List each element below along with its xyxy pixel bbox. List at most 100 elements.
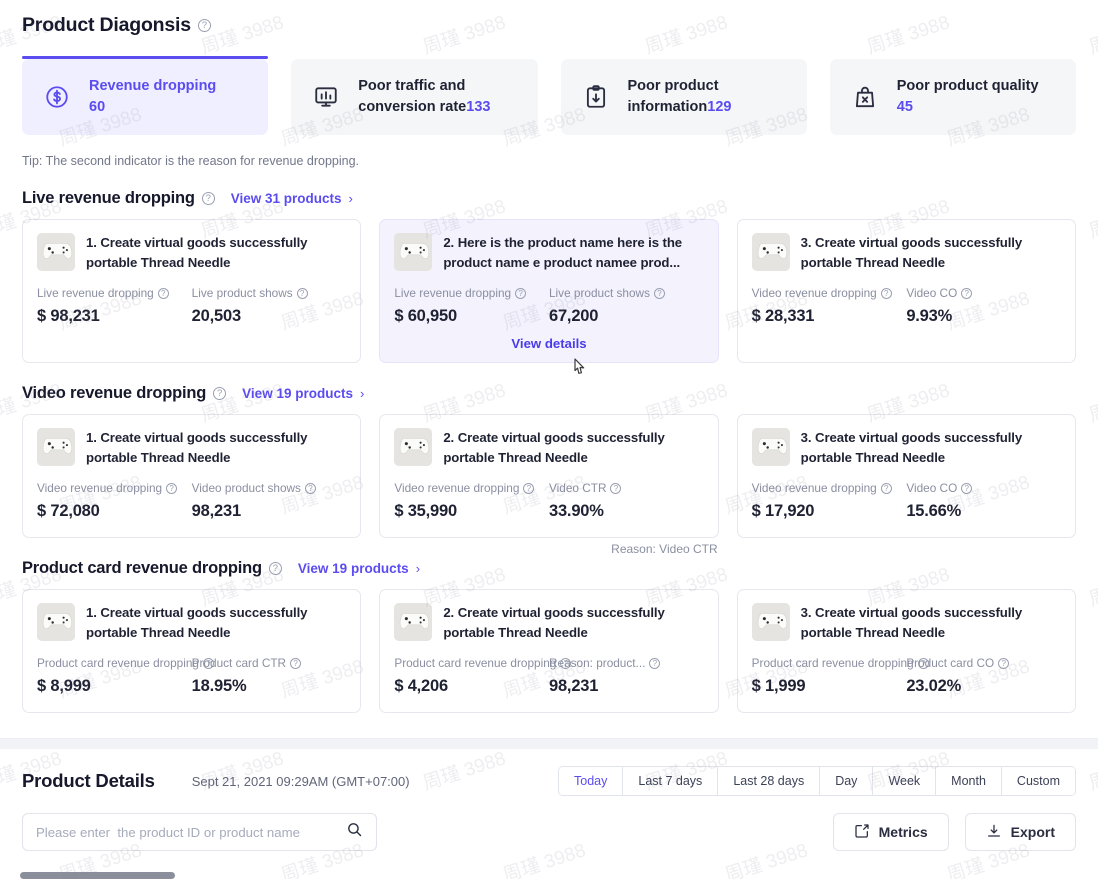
product-card[interactable]: 1. Create virtual goods successfully por… xyxy=(22,589,362,713)
metric-value: $ 17,920 xyxy=(751,502,815,520)
range-week[interactable]: Week xyxy=(873,767,937,795)
question-circle-icon[interactable]: ? xyxy=(166,482,178,494)
metric-value: $ 72,080 xyxy=(37,502,100,520)
question-circle-icon[interactable]: ? xyxy=(610,482,622,494)
monitor-chart-icon xyxy=(311,82,341,112)
product-card[interactable]: 2. Create virtual goods successfully por… xyxy=(379,589,719,713)
product-card[interactable]: 2. Create virtual goods successfully por… xyxy=(379,414,719,556)
product-card[interactable]: 3. Create virtual goods successfully por… xyxy=(736,589,1076,713)
question-circle-icon[interactable]: ? xyxy=(961,287,973,299)
metric-primary: Live revenue dropping ? $ 60,950 xyxy=(394,286,549,326)
group-title: Live revenue dropping xyxy=(22,189,195,207)
card-metrics: Video revenue dropping ? $ 17,920 Video … xyxy=(752,481,1061,521)
card-list: 1. Create virtual goods successfully por… xyxy=(22,589,1076,713)
question-circle-icon[interactable]: ? xyxy=(304,482,316,494)
range-day[interactable]: Day xyxy=(820,767,874,795)
details-header-row: Product Details Sept 21, 2021 09:29AM (G… xyxy=(22,766,1076,796)
metric-label: Video revenue dropping ? xyxy=(752,481,907,495)
question-circle-icon[interactable]: ? xyxy=(201,192,215,205)
metric-value: 33.90% xyxy=(548,502,604,520)
question-circle-icon[interactable]: ? xyxy=(290,657,302,669)
question-circle-icon[interactable]: ? xyxy=(197,19,211,32)
card-metrics: Video revenue dropping ? $ 28,331 Video … xyxy=(752,286,1061,326)
question-circle-icon[interactable]: ? xyxy=(296,287,308,299)
group-header: Video revenue dropping ? View 19 product… xyxy=(22,384,1076,403)
metric-value: $ 98,231 xyxy=(37,307,100,325)
range-custom[interactable]: Custom xyxy=(1001,767,1075,795)
metric-label: Video CO ? xyxy=(906,481,1061,495)
metric-secondary: Reason: product... ? 98,231 xyxy=(549,656,704,696)
question-circle-icon[interactable]: ? xyxy=(998,657,1010,669)
product-card[interactable]: 3. Create virtual goods successfully por… xyxy=(736,219,1076,363)
product-search-box[interactable] xyxy=(22,813,377,851)
question-circle-icon[interactable]: ? xyxy=(523,482,535,494)
question-circle-icon[interactable]: ? xyxy=(653,287,665,299)
page-title-row: Product Diagonsis ? xyxy=(22,14,1076,37)
range-today[interactable]: Today xyxy=(559,767,624,795)
product-thumbnail xyxy=(394,233,433,271)
metric-primary: Video revenue dropping ? $ 17,920 xyxy=(752,481,907,521)
metric-label: Video CO ? xyxy=(906,286,1061,300)
view-details-link[interactable]: View details xyxy=(380,336,717,351)
search-icon[interactable] xyxy=(346,821,363,843)
tab-label: Poor traffic and conversion rate xyxy=(358,78,467,115)
metrics-button[interactable]: Metrics xyxy=(832,813,949,851)
question-circle-icon[interactable]: ? xyxy=(515,287,527,299)
metric-label-text: Video revenue dropping xyxy=(394,481,520,495)
range-last-7-days[interactable]: Last 7 days xyxy=(623,767,719,795)
tab-poor-traffic-text: Poor traffic and conversion rate133 xyxy=(358,76,525,118)
range-last-28-days[interactable]: Last 28 days xyxy=(718,767,821,795)
tab-poor-product-information-text: Poor product information129 xyxy=(628,76,795,118)
metric-label-text: Product card CTR xyxy=(191,656,287,670)
question-circle-icon[interactable]: ? xyxy=(157,287,169,299)
search-input[interactable] xyxy=(36,824,338,840)
view-products-link[interactable]: View 31 products › xyxy=(231,191,353,206)
horizontal-scrollbar[interactable] xyxy=(20,872,175,879)
question-circle-icon[interactable]: ? xyxy=(880,482,892,494)
metric-value: 20,503 xyxy=(191,307,241,325)
card-top: 1. Create virtual goods successfully por… xyxy=(37,603,346,643)
card-metrics: Video revenue dropping ? $ 35,990 Video … xyxy=(394,481,703,521)
question-circle-icon[interactable]: ? xyxy=(649,657,661,669)
tab-revenue-dropping[interactable]: Revenue dropping 60 xyxy=(22,56,269,135)
view-products-link[interactable]: View 19 products › xyxy=(298,561,420,576)
tab-poor-traffic[interactable]: Poor traffic and conversion rate133 xyxy=(291,59,538,135)
product-diagnosis-panel: Product Diagonsis ? Revenue dropping 60 xyxy=(0,0,1098,713)
metric-primary: Live revenue dropping ? $ 98,231 xyxy=(37,286,192,326)
metric-primary: Video revenue dropping ? $ 28,331 xyxy=(752,286,907,326)
metric-label-text: Live revenue dropping xyxy=(37,286,154,300)
export-button[interactable]: Export xyxy=(964,813,1076,851)
product-card[interactable]: 2. Here is the product name here is the … xyxy=(379,219,719,363)
question-circle-icon[interactable]: ? xyxy=(961,482,973,494)
download-icon xyxy=(986,823,1002,842)
tab-count: 129 xyxy=(707,99,732,115)
metrics-button-label: Metrics xyxy=(878,824,928,840)
tab-label: Poor product information xyxy=(627,78,719,115)
product-card[interactable]: 3. Create virtual goods successfully por… xyxy=(736,414,1076,538)
metric-label: Product card CTR ? xyxy=(192,656,347,670)
tab-poor-product-quality[interactable]: Poor product quality 45 xyxy=(829,59,1076,135)
chevron-right-icon: › xyxy=(348,191,353,206)
question-circle-icon[interactable]: ? xyxy=(268,562,282,575)
metric-label: Product card revenue dropping ? xyxy=(394,656,572,670)
product-card[interactable]: 1. Create virtual goods successfully por… xyxy=(22,219,362,363)
product-card[interactable]: 1. Create virtual goods successfully por… xyxy=(22,414,362,538)
tab-label: Revenue dropping xyxy=(89,78,217,94)
metric-secondary: Video product shows ? 98,231 xyxy=(192,481,347,521)
tab-poor-product-information[interactable]: Poor product information129 xyxy=(560,59,807,135)
details-title: Product Details xyxy=(22,770,155,791)
question-circle-icon[interactable]: ? xyxy=(880,287,892,299)
metric-primary: Product card revenue dropping ? $ 4,206 xyxy=(394,656,572,696)
tab-count: 45 xyxy=(896,99,913,115)
card-metrics: Product card revenue dropping ? $ 8,999 … xyxy=(37,656,346,696)
tab-revenue-dropping-text: Revenue dropping 60 xyxy=(89,76,216,118)
view-products-label: View 31 products xyxy=(230,191,342,206)
question-circle-icon[interactable]: ? xyxy=(213,387,227,400)
page-title: Product Diagonsis xyxy=(22,14,191,36)
metric-label: Video revenue dropping ? xyxy=(37,481,192,495)
range-month[interactable]: Month xyxy=(936,767,1002,795)
metric-primary: Product card revenue dropping ? $ 8,999 xyxy=(37,656,214,696)
metric-secondary: Video CTR ? 33.90% xyxy=(549,481,704,521)
view-products-link[interactable]: View 19 products › xyxy=(242,386,364,401)
metric-label-text: Video product shows xyxy=(191,481,301,495)
